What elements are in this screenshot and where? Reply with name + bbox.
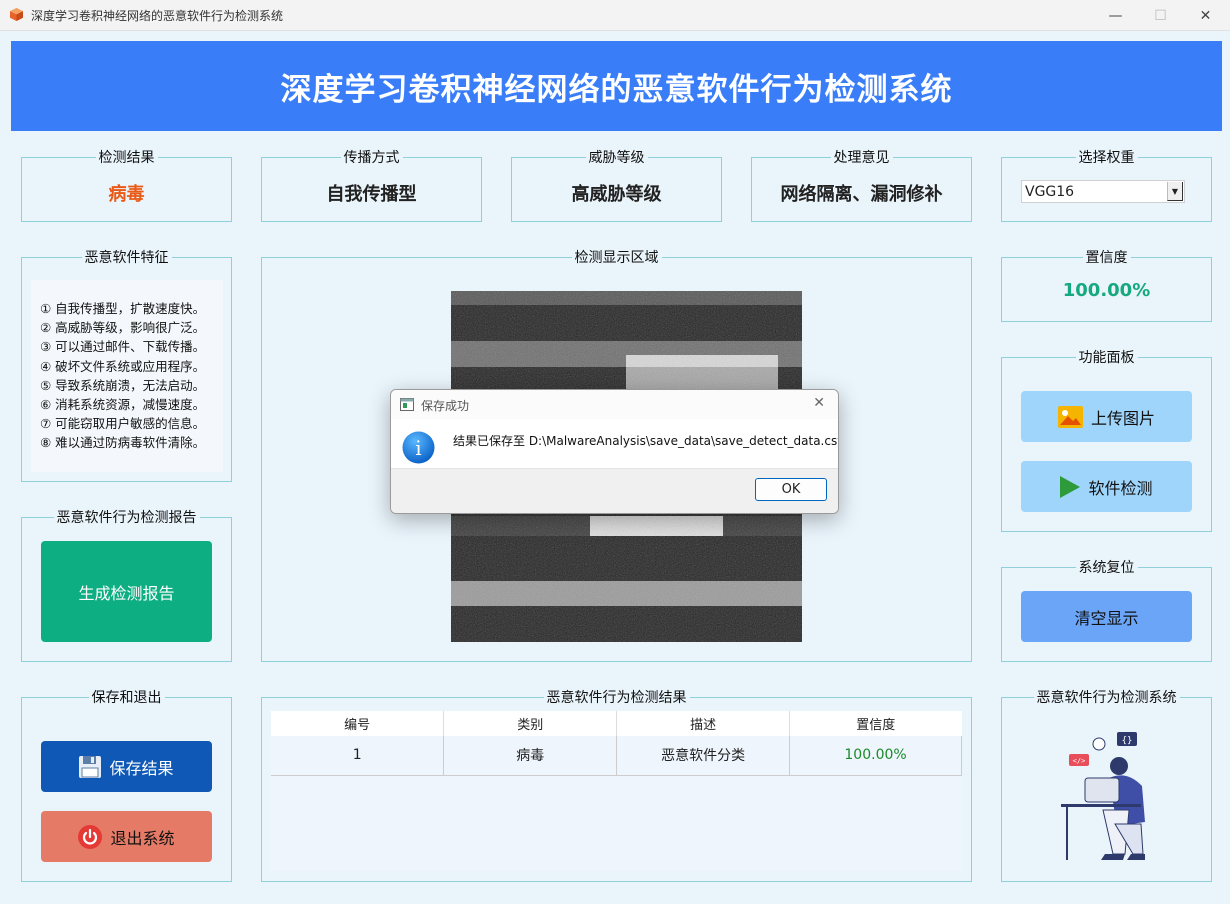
features-list: ① 自我传播型，扩散速度快。 ② 高威胁等级，影响很广泛。 ③ 可以通过邮件、下… — [31, 280, 223, 472]
table-empty-area — [271, 776, 962, 871]
feature-item: ② 高威胁等级，影响很广泛。 — [40, 320, 206, 336]
function-panel: 功能面板 上传图片 软件检测 — [1001, 350, 1212, 532]
weights-select[interactable]: VGG16 ▼ — [1021, 180, 1185, 203]
window-title: 深度学习卷积神经网络的恶意软件行为检测系统 — [31, 9, 284, 23]
detect-result-box: 检测结果 病毒 — [21, 150, 232, 222]
results-label: 恶意软件行为检测结果 — [543, 690, 690, 706]
dialog-message: 结果已保存至 D:\MalwareAnalysis\save_data\save… — [453, 434, 839, 448]
weights-label: 选择权重 — [1075, 150, 1138, 166]
clear-display-label: 清空显示 — [1074, 608, 1139, 628]
features-label: 恶意软件特征 — [81, 250, 172, 266]
table-header-row: 编号 类别 描述 置信度 — [271, 711, 962, 736]
clear-display-button[interactable]: 清空显示 — [1021, 591, 1192, 642]
spread-method-value: 自我传播型 — [326, 184, 417, 205]
close-icon: ✕ — [1199, 7, 1212, 24]
save-result-button[interactable]: 保存结果 — [41, 741, 212, 792]
threat-level-value: 高威胁等级 — [571, 184, 662, 205]
detect-result-label: 检测结果 — [95, 150, 158, 166]
minimize-icon: — — [1108, 7, 1123, 24]
maximize-button[interactable]: ☐ — [1138, 0, 1183, 31]
exit-system-label: 退出系统 — [110, 828, 175, 848]
system-illustration-box: 恶意软件行为检测系统 {} </> — [1001, 690, 1212, 882]
report-label: 恶意软件行为检测报告 — [53, 510, 200, 526]
results-box: 恶意软件行为检测结果 编号 类别 描述 置信度 1 病毒 恶意软件分类 100.… — [261, 690, 972, 882]
features-box: 恶意软件特征 ① 自我传播型，扩散速度快。 ② 高威胁等级，影响很广泛。 ③ 可… — [21, 250, 232, 482]
save-exit-label: 保存和退出 — [88, 690, 165, 706]
reset-box: 系统复位 清空显示 — [1001, 560, 1212, 662]
feature-item: ⑧ 难以通过防病毒软件清除。 — [40, 435, 206, 451]
weights-select-value: VGG16 — [1025, 184, 1075, 200]
dialog-window-icon — [400, 398, 414, 411]
dialog-footer: OK — [391, 468, 838, 513]
system-illustration-label: 恶意软件行为检测系统 — [1033, 690, 1180, 706]
generate-report-button[interactable]: 生成检测报告 — [41, 541, 212, 642]
threat-level-label: 威胁等级 — [585, 150, 648, 166]
dropdown-arrow-icon[interactable]: ▼ — [1167, 182, 1183, 201]
confidence-value: 100.00% — [1062, 280, 1151, 301]
feature-item: ⑦ 可能窃取用户敏感的信息。 — [40, 416, 206, 432]
dialog-close-icon[interactable]: ✕ — [813, 395, 825, 411]
dialog-titlebar: 保存成功 ✕ — [391, 390, 838, 419]
generate-report-label: 生成检测报告 — [78, 583, 175, 603]
feature-item: ⑥ 消耗系统资源，减慢速度。 — [40, 397, 206, 413]
app-cube-icon — [10, 8, 23, 21]
column-header-id[interactable]: 编号 — [271, 711, 445, 736]
banner-title: 深度学习卷积神经网络的恶意软件行为检测系统 — [280, 71, 953, 108]
column-header-confidence[interactable]: 置信度 — [789, 711, 962, 736]
spread-method-label: 传播方式 — [340, 150, 403, 166]
image-icon — [1057, 405, 1083, 428]
threat-level-box: 威胁等级 高威胁等级 — [511, 150, 722, 222]
window-titlebar: 深度学习卷积神经网络的恶意软件行为检测系统 — ☐ ✕ — [0, 0, 1230, 31]
confidence-box: 置信度 100.00% — [1001, 250, 1212, 322]
upload-image-button[interactable]: 上传图片 — [1021, 391, 1192, 442]
display-label: 检测显示区域 — [571, 250, 662, 266]
upload-image-label: 上传图片 — [1090, 408, 1155, 428]
spread-method-box: 传播方式 自我传播型 — [261, 150, 482, 222]
column-header-category[interactable]: 类别 — [443, 711, 618, 736]
save-exit-box: 保存和退出 保存结果 退出系统 — [21, 690, 232, 882]
weights-box: 选择权重 VGG16 ▼ — [1001, 150, 1212, 222]
close-button[interactable]: ✕ — [1183, 0, 1228, 31]
exit-system-button[interactable]: 退出系统 — [41, 811, 212, 862]
results-table: 编号 类别 描述 置信度 1 病毒 恶意软件分类 100.00% — [271, 711, 962, 776]
minimize-button[interactable]: — — [1093, 0, 1138, 31]
feature-item: ③ 可以通过邮件、下载传播。 — [40, 339, 206, 355]
save-success-dialog: 保存成功 ✕ i 结果已保存至 D:\MalwareAnalysis\save_… — [390, 389, 839, 514]
feature-item: ⑤ 导致系统崩溃，无法启动。 — [40, 377, 206, 393]
power-icon — [78, 824, 103, 849]
floppy-disk-icon — [79, 755, 102, 778]
play-icon — [1060, 475, 1081, 498]
ok-label: OK — [781, 482, 801, 497]
feature-item: ④ 破坏文件系统或应用程序。 — [40, 358, 206, 374]
save-result-label: 保存结果 — [109, 758, 174, 778]
function-panel-label: 功能面板 — [1075, 350, 1138, 366]
report-box: 恶意软件行为检测报告 生成检测报告 — [21, 510, 232, 662]
feature-item: ① 自我传播型，扩散速度快。 — [40, 301, 206, 316]
developer-illustration-icon: {} </> — [1061, 732, 1145, 860]
svg-text:</>: </> — [1073, 757, 1086, 765]
table-row[interactable]: 1 病毒 恶意软件分类 100.00% — [271, 736, 962, 776]
detect-result-value: 病毒 — [108, 184, 145, 205]
detect-button[interactable]: 软件检测 — [1021, 461, 1192, 512]
info-glyph: i — [415, 435, 422, 460]
cell-description: 恶意软件分类 — [616, 736, 791, 776]
ok-button[interactable]: OK — [755, 478, 827, 501]
svg-text:{}: {} — [1122, 736, 1133, 746]
dialog-title: 保存成功 — [421, 399, 470, 413]
handling-advice-value: 网络隔离、漏洞修补 — [780, 184, 943, 205]
column-header-description[interactable]: 描述 — [616, 711, 791, 736]
header-banner: 深度学习卷积神经网络的恶意软件行为检测系统 — [11, 41, 1222, 131]
cell-id: 1 — [271, 736, 445, 776]
handling-advice-box: 处理意见 网络隔离、漏洞修补 — [751, 150, 972, 222]
confidence-label: 置信度 — [1082, 250, 1131, 266]
detect-label: 软件检测 — [1088, 478, 1153, 498]
cell-category: 病毒 — [443, 736, 618, 776]
cell-confidence: 100.00% — [789, 736, 962, 776]
reset-label: 系统复位 — [1075, 560, 1138, 576]
maximize-icon: ☐ — [1154, 7, 1167, 24]
handling-advice-label: 处理意见 — [830, 150, 893, 166]
